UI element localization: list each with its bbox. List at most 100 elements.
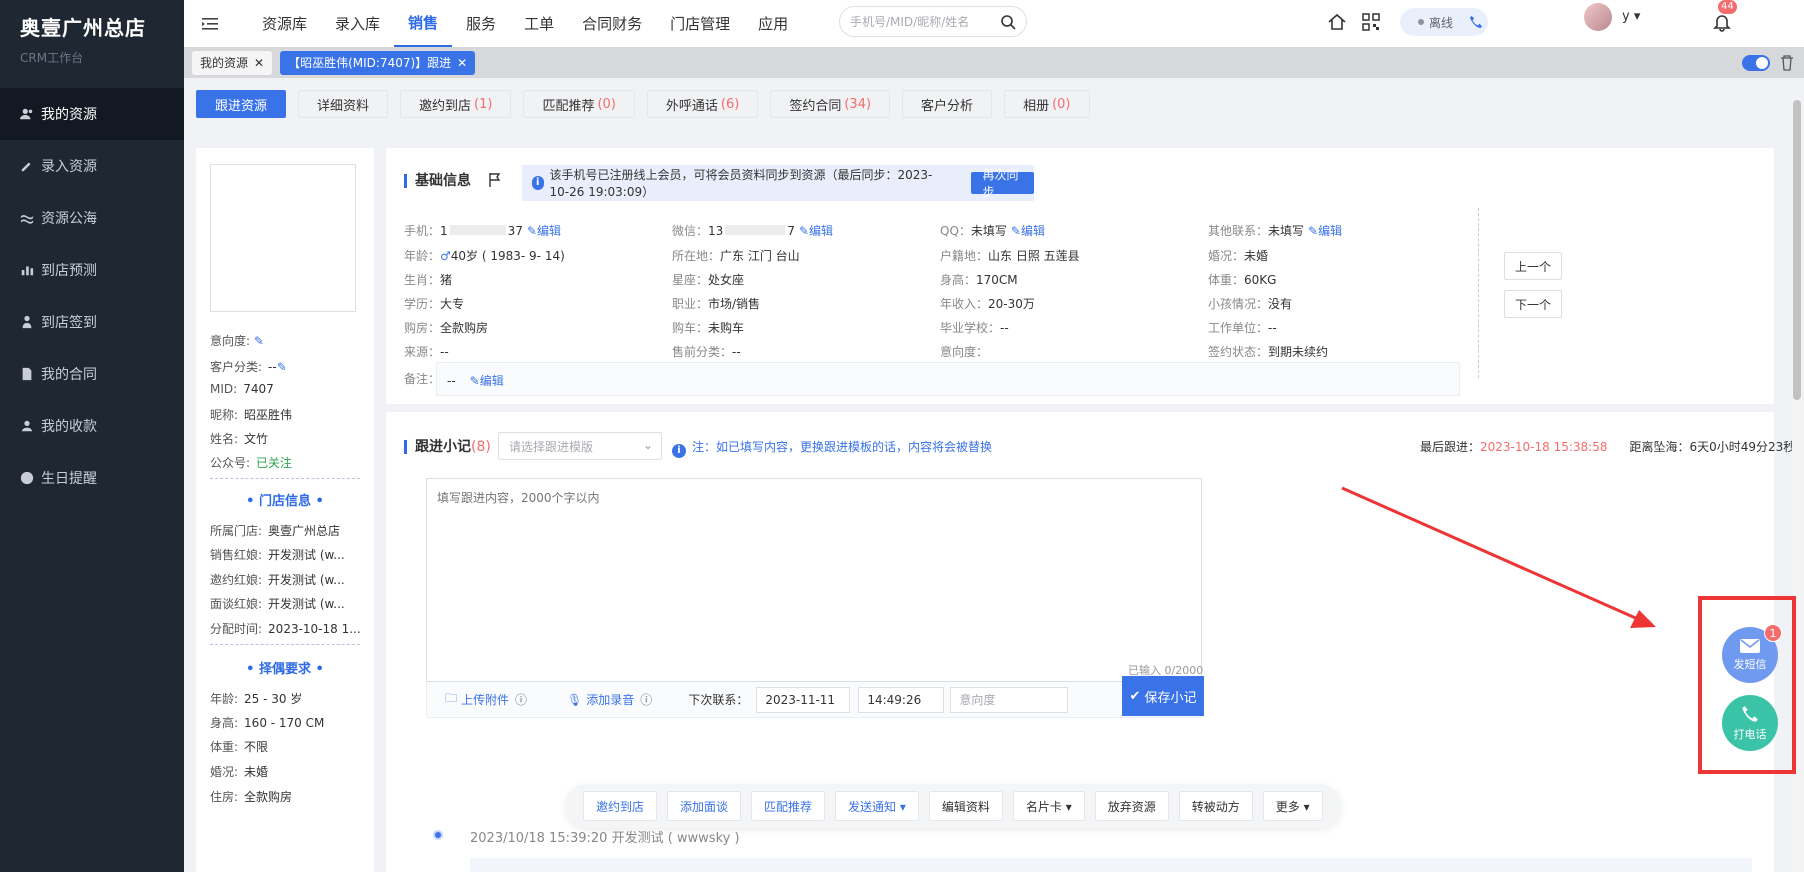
remark-value: -- ✎编辑 xyxy=(447,372,504,389)
field-value: -- xyxy=(1000,321,1009,335)
assign-row: 分配时间: 2023-10-18 1... xyxy=(210,620,361,637)
mail-icon xyxy=(1740,638,1760,653)
field-label: 其他联系： xyxy=(1208,224,1269,238)
tab-outbound-call[interactable]: 外呼通话 (6) xyxy=(646,90,759,118)
field-value: 60KG xyxy=(1244,273,1277,287)
page-tab-follow[interactable]: 【昭巫胜伟(MID:7407)】跟进 ✕ xyxy=(280,50,476,75)
follow-title: 跟进小记(8) xyxy=(404,440,491,454)
edit-other-link[interactable]: ✎编辑 xyxy=(1308,224,1342,238)
template-select[interactable]: 请选择跟进模版 ⌄ xyxy=(498,432,662,460)
next-contact-label: 下次联系： xyxy=(688,693,749,707)
topnav-contract-finance[interactable]: 合同财务 xyxy=(568,0,656,47)
tab-count: (6) xyxy=(720,96,740,112)
save-note-button[interactable]: ✔ 保存小记 xyxy=(1122,676,1204,716)
call-label: 打电话 xyxy=(1733,727,1767,741)
edit-remark-link[interactable]: ✎编辑 xyxy=(470,374,504,388)
topnav-apps[interactable]: 应用 xyxy=(744,0,802,47)
tab-follow-resource[interactable]: 跟进资源 xyxy=(196,90,287,118)
online-status[interactable]: 离线 xyxy=(1400,8,1488,36)
follow-textarea[interactable] xyxy=(426,478,1202,682)
send-notification-button[interactable]: 发送通知 ▾ xyxy=(835,791,919,821)
select-placeholder: 意向度 xyxy=(959,693,996,707)
menu-toggle-icon[interactable] xyxy=(202,17,230,31)
add-recording-button[interactable]: 🎙 添加录音 ⓘ xyxy=(567,691,652,708)
save-label: 保存小记 xyxy=(1144,690,1197,706)
intent-row: 意向度: ✎ xyxy=(210,332,264,349)
field-label: 生肖： xyxy=(404,273,441,287)
help-icon[interactable]: ⓘ xyxy=(515,691,527,708)
intent-select[interactable]: 意向度 xyxy=(950,686,1069,713)
upload-attachment-button[interactable]: 🗀 上传附件 ⓘ xyxy=(445,689,527,710)
edit-qq-link[interactable]: ✎编辑 xyxy=(1011,224,1045,238)
close-icon[interactable]: ✕ xyxy=(254,56,264,70)
tab-invite[interactable]: 邀约到店 (1) xyxy=(400,90,512,118)
search-input[interactable] xyxy=(850,14,1000,29)
search-icon[interactable] xyxy=(1000,14,1016,30)
field-label: 所属门店: xyxy=(210,524,263,538)
edit-wechat-link[interactable]: ✎编辑 xyxy=(799,224,833,238)
invite-store-button[interactable]: 邀约到店 xyxy=(583,791,658,821)
edit-profile-button[interactable]: 编辑资料 xyxy=(928,791,1003,821)
trash-icon[interactable] xyxy=(1780,55,1794,71)
page-tab-my-resources[interactable]: 我的资源 ✕ xyxy=(192,50,273,75)
sidebar-item-my-resources[interactable]: 我的资源 xyxy=(0,88,184,140)
sidebar-item-label: 资源公海 xyxy=(41,211,97,227)
next-contact-date-input[interactable]: 2023-11-11 xyxy=(756,686,851,713)
topnav-service[interactable]: 服务 xyxy=(452,0,510,47)
flag-icon[interactable] xyxy=(488,172,502,188)
scrollbar-thumb[interactable] xyxy=(1793,100,1801,400)
prev-button[interactable]: 上一个 xyxy=(1504,252,1562,280)
topnav-store-management[interactable]: 门店管理 xyxy=(656,0,744,47)
tab-toggle-switch[interactable] xyxy=(1742,55,1770,71)
tab-analysis[interactable]: 客户分析 xyxy=(902,90,993,118)
match-recommend-button[interactable]: 匹配推荐 xyxy=(751,791,826,821)
home-icon[interactable] xyxy=(1325,10,1349,34)
field-value: 大专 xyxy=(440,297,465,311)
sidebar-item-store-forecast[interactable]: 到店预测 xyxy=(0,244,184,296)
business-card-button[interactable]: 名片卡 ▾ xyxy=(1012,791,1085,821)
sidebar-item-input-resources[interactable]: 录入资源 xyxy=(0,140,184,192)
qq-field: QQ：未填写 ✎编辑 xyxy=(940,222,1045,239)
tab-album[interactable]: 相册 (0) xyxy=(1004,90,1090,118)
user-menu[interactable]: y ▾ xyxy=(1622,9,1640,24)
avatar[interactable] xyxy=(1584,3,1612,31)
edit-icon[interactable]: ✎ xyxy=(254,334,264,348)
sidebar-item-store-checkin[interactable]: 到店签到 xyxy=(0,296,184,348)
template-note: i 注：如已填写内容，更换跟进模板的话，内容将会被替换 xyxy=(672,438,992,458)
make-call-button[interactable]: 打电话 xyxy=(1722,695,1778,751)
sidebar-item-my-payments[interactable]: 我的收款 xyxy=(0,400,184,452)
add-interview-button[interactable]: 添加面谈 xyxy=(667,791,742,821)
edit-phone-link[interactable]: ✎编辑 xyxy=(527,224,561,238)
field-value: 40岁 ( 1983- 9- 14) xyxy=(450,249,565,263)
qrcode-icon[interactable] xyxy=(1359,10,1383,34)
sidebar-item-my-contracts[interactable]: 我的合同 xyxy=(0,348,184,400)
transfer-passive-button[interactable]: 转被动方 xyxy=(1178,791,1253,821)
tab-contracts[interactable]: 签约合同 (34) xyxy=(770,90,891,118)
next-button[interactable]: 下一个 xyxy=(1504,290,1562,318)
nickname-row: 昵称: 昭巫胜伟 xyxy=(210,406,292,423)
sidebar-item-resource-sea[interactable]: 资源公海 xyxy=(0,192,184,244)
topnav-sales[interactable]: 销售 xyxy=(394,0,453,47)
abandon-resource-button[interactable]: 放弃资源 xyxy=(1094,791,1169,821)
help-icon[interactable]: ⓘ xyxy=(640,691,652,708)
tab-details[interactable]: 详细资料 xyxy=(298,90,389,118)
more-button[interactable]: 更多 ▾ xyxy=(1262,791,1323,821)
topnav-workorder[interactable]: 工单 xyxy=(510,0,568,47)
wechat-field: 微信：13 7 ✎编辑 xyxy=(672,222,833,239)
tab-match[interactable]: 匹配推荐 (0) xyxy=(523,90,635,118)
field-label: 工作单位： xyxy=(1208,321,1269,335)
resync-button[interactable]: 再次同步 xyxy=(970,168,1034,199)
topnav-resource-lib[interactable]: 资源库 xyxy=(248,0,321,47)
close-icon[interactable]: ✕ xyxy=(457,56,467,70)
sea-icon xyxy=(20,211,34,225)
profile-photo[interactable] xyxy=(210,164,356,312)
sidebar-item-label: 到店签到 xyxy=(41,315,97,331)
bar-chart-icon xyxy=(20,263,34,277)
car-field: 购车：未购车 xyxy=(672,319,744,336)
topnav-input-lib[interactable]: 录入库 xyxy=(321,0,394,47)
edit-icon[interactable]: ✎ xyxy=(277,360,287,374)
sidebar-item-birthday[interactable]: 生日提醒 xyxy=(0,452,184,504)
field-value: 未婚 xyxy=(244,765,269,779)
height-field: 身高：170CM xyxy=(940,271,1018,288)
next-contact-time-input[interactable]: 14:49:26 xyxy=(858,686,945,713)
